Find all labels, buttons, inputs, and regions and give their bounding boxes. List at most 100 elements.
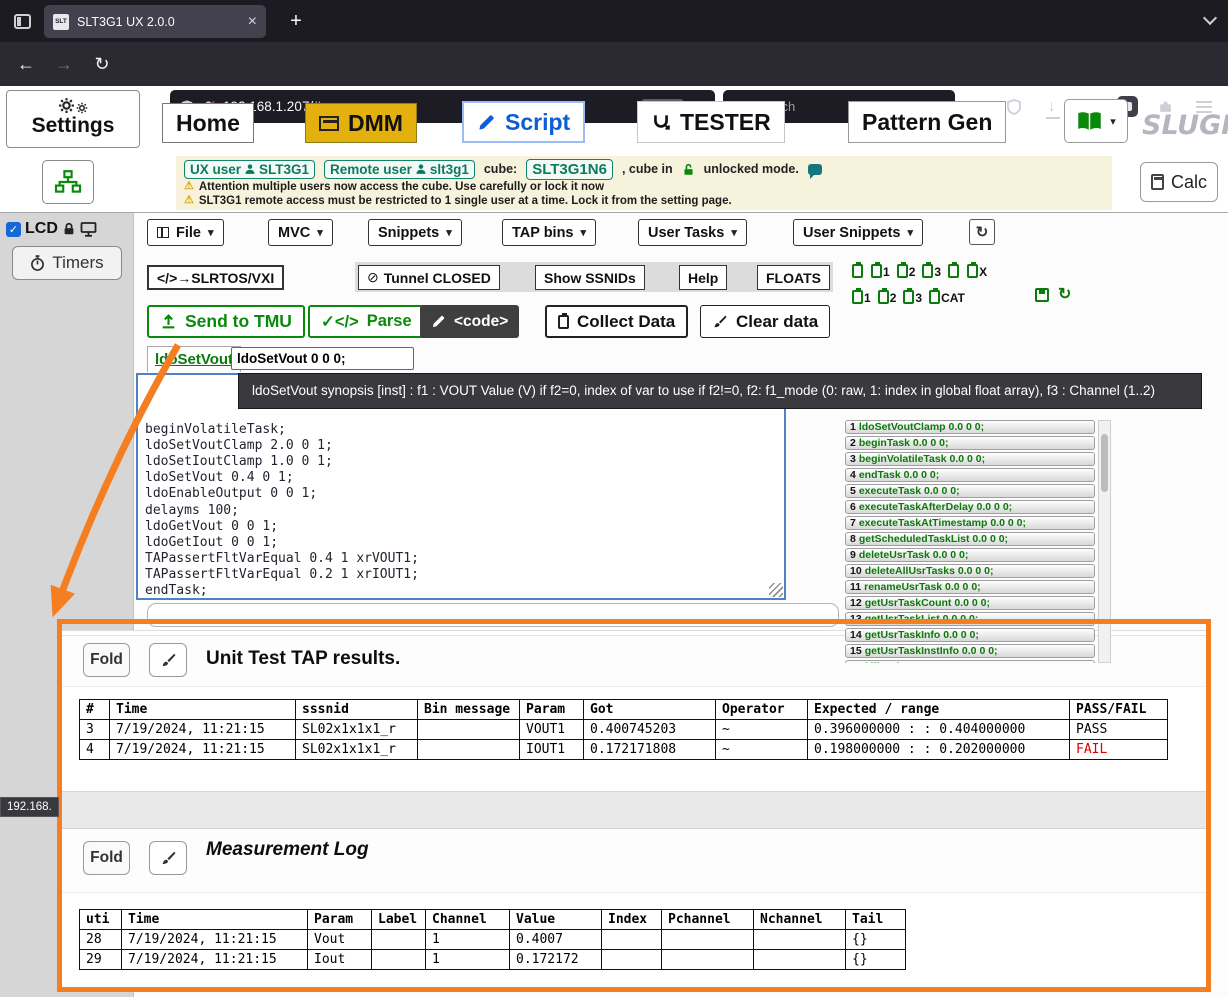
- chat-bubble-icon[interactable]: [808, 164, 822, 175]
- warning-icon: ⚠: [184, 180, 194, 194]
- docs-book-dropdown[interactable]: ▾: [1064, 99, 1128, 143]
- function-list-item[interactable]: 11 renameUsrTask 0.0 0 0;: [845, 580, 1095, 594]
- nav-script-button[interactable]: Script: [462, 101, 585, 143]
- function-list-item[interactable]: 2 beginTask 0.0 0 0;: [845, 436, 1095, 450]
- settings-button[interactable]: Settings: [6, 90, 140, 148]
- log-table-header-cell: Nchannel: [754, 910, 846, 930]
- function-list-item[interactable]: 8 getScheduledTaskList 0.0 0 0;: [845, 532, 1095, 546]
- code-button[interactable]: <code>: [420, 305, 519, 338]
- function-list-item[interactable]: 9 deleteUsrTask 0.0 0 0;: [845, 548, 1095, 562]
- menu-snippets[interactable]: Snippets▾: [368, 219, 462, 246]
- send-to-tmu-label: Send to TMU: [185, 311, 292, 332]
- ux-user-label: UX user: [190, 162, 241, 177]
- stopwatch-icon: [30, 255, 45, 271]
- chevron-down-icon: ▾: [446, 226, 452, 239]
- function-list-item[interactable]: 14 getUsrTaskInfo 0.0 0 0;: [845, 628, 1095, 642]
- nav-dmm-button[interactable]: DMM: [305, 103, 417, 143]
- menu-mvc[interactable]: MVC▾: [268, 219, 333, 246]
- refresh-clipboard-icon[interactable]: ↻: [1058, 287, 1071, 303]
- timers-button[interactable]: Timers: [12, 246, 122, 280]
- function-list-item[interactable]: 3 beginVolatileTask 0.0 0 0;: [845, 452, 1095, 466]
- function-list-item[interactable]: 16 killTask 0.0 0 0;: [845, 660, 1095, 663]
- clipboard-copy-button[interactable]: 3: [922, 260, 941, 278]
- parse-button[interactable]: ✓</> Parse: [308, 305, 425, 338]
- cell-expected-range: 0.396000000 : : 0.404000000: [808, 720, 1070, 740]
- results-panel: Fold Unit Test TAP results. #TimesssnidB…: [60, 630, 1210, 990]
- clipboard-copy-button[interactable]: 2: [897, 260, 916, 278]
- clipboard-paste-button[interactable]: CAT: [929, 286, 965, 304]
- clear-data-button[interactable]: Clear data: [700, 305, 830, 338]
- measurement-log-table: utiTimeParamLabelChannelValueIndexPchann…: [79, 909, 906, 970]
- tab-close-icon[interactable]: ×: [248, 13, 257, 31]
- save-icon[interactable]: [1035, 288, 1049, 302]
- menu-user-tasks[interactable]: User Tasks▾: [638, 219, 747, 246]
- tap-table-header-cell: Expected / range: [808, 700, 1070, 720]
- firefox-view-icon[interactable]: [10, 9, 34, 33]
- clipboard-paste-button[interactable]: 3: [903, 286, 922, 304]
- cell-pass-fail: PASS: [1070, 720, 1168, 740]
- clipboard-copy-button[interactable]: 1: [871, 260, 890, 278]
- network-topology-button[interactable]: [42, 160, 94, 204]
- function-list-item[interactable]: 10 deleteAllUsrTasks 0.0 0 0;: [845, 564, 1095, 578]
- tap-table-header-cell: Operator: [716, 700, 808, 720]
- refresh-menus-button[interactable]: ↻: [969, 219, 995, 245]
- function-list-scrollbar[interactable]: [1098, 420, 1111, 663]
- send-to-tmu-button[interactable]: Send to TMU: [147, 305, 305, 338]
- cell-label: [372, 950, 426, 970]
- clipboard-copy-button[interactable]: [852, 260, 864, 278]
- function-index: 15: [850, 645, 862, 657]
- browser-tab[interactable]: SLT SLT3G1 UX 2.0.0 ×: [44, 5, 266, 38]
- function-label: getUsrTaskInstInfo 0.0 0 0;: [865, 645, 998, 657]
- forward-button[interactable]: →: [48, 48, 80, 80]
- fold-measurement-log-button[interactable]: Fold: [83, 841, 130, 875]
- function-list-item[interactable]: 5 executeTask 0.0 0 0;: [845, 484, 1095, 498]
- function-list-item[interactable]: 13 getUsrTaskList 0.0 0 0;: [845, 612, 1095, 626]
- function-list-item[interactable]: 6 executeTaskAfterDelay 0.0 0 0;: [845, 500, 1095, 514]
- function-label: beginTask 0.0 0 0;: [859, 437, 949, 449]
- back-button[interactable]: ←: [10, 48, 42, 80]
- nav-tester-button[interactable]: TESTER: [637, 101, 785, 143]
- clear-tap-results-button[interactable]: [149, 643, 187, 677]
- snippet-input[interactable]: [231, 347, 414, 370]
- nav-home-button[interactable]: Home: [162, 103, 254, 143]
- collect-data-button[interactable]: Collect Data: [545, 305, 688, 338]
- function-index: 3: [850, 453, 856, 465]
- menu-file[interactable]: File▾: [147, 219, 224, 246]
- scrollbar-thumb[interactable]: [1101, 434, 1108, 492]
- clipboard-button-label: 3: [934, 266, 941, 278]
- tap-table-header-cell: Time: [110, 700, 296, 720]
- cell-time: 7/19/2024, 11:21:15: [122, 930, 308, 950]
- calc-button[interactable]: Calc: [1140, 162, 1218, 202]
- slrtos-vxi-button[interactable]: </>→SLRTOS/VXI: [147, 265, 284, 290]
- floats-button[interactable]: FLOATS: [757, 265, 830, 290]
- reload-button[interactable]: ↻: [86, 48, 118, 80]
- tunnel-closed-button[interactable]: ⊘Tunnel CLOSED: [358, 265, 500, 290]
- function-list-item[interactable]: 1 ldoSetVoutClamp 0.0 0 0;: [845, 420, 1095, 434]
- clear-measurement-log-button[interactable]: [149, 841, 187, 875]
- tap-table-header-cell: #: [80, 700, 110, 720]
- clipboard-copy-button[interactable]: [948, 260, 960, 278]
- help-button[interactable]: Help: [679, 265, 727, 290]
- cell-operator: ~: [716, 720, 808, 740]
- function-list-item[interactable]: 4 endTask 0.0 0 0;: [845, 468, 1095, 482]
- list-all-tabs-chevron-icon[interactable]: [1203, 11, 1217, 25]
- function-list-item[interactable]: 15 getUsrTaskInstInfo 0.0 0 0;: [845, 644, 1095, 658]
- function-list-item[interactable]: 12 getUsrTaskCount 0.0 0 0;: [845, 596, 1095, 610]
- nav-pattern-gen-button[interactable]: Pattern Gen: [848, 101, 1006, 143]
- clipboard-paste-button[interactable]: 2: [878, 286, 897, 304]
- warning-text-1: Attention multiple users now access the …: [199, 180, 604, 194]
- menu-tap-bins[interactable]: TAP bins▾: [502, 219, 596, 246]
- function-index: 9: [850, 549, 856, 561]
- menu-user-snippets[interactable]: User Snippets▾: [793, 219, 923, 246]
- fold-tap-results-button[interactable]: Fold: [83, 643, 130, 677]
- show-ssnids-button[interactable]: Show SSNIDs: [535, 265, 645, 290]
- tab-ldosetvout[interactable]: ldoSetVout: [147, 346, 241, 372]
- lcd-checkbox[interactable]: [6, 222, 21, 237]
- function-list-item[interactable]: 7 executeTaskAtTimestamp 0.0 0 0;: [845, 516, 1095, 530]
- log-table-header-cell: uti: [80, 910, 122, 930]
- new-tab-button[interactable]: +: [282, 7, 310, 35]
- clipboard-copy-button[interactable]: X: [967, 260, 987, 278]
- tunnel-closed-icon: ⊘: [367, 269, 379, 286]
- clipboard-paste-button[interactable]: 1: [852, 286, 871, 304]
- log-table-row: 29 7/19/2024, 11:21:15 Iout 1 0.172172 {…: [80, 950, 906, 970]
